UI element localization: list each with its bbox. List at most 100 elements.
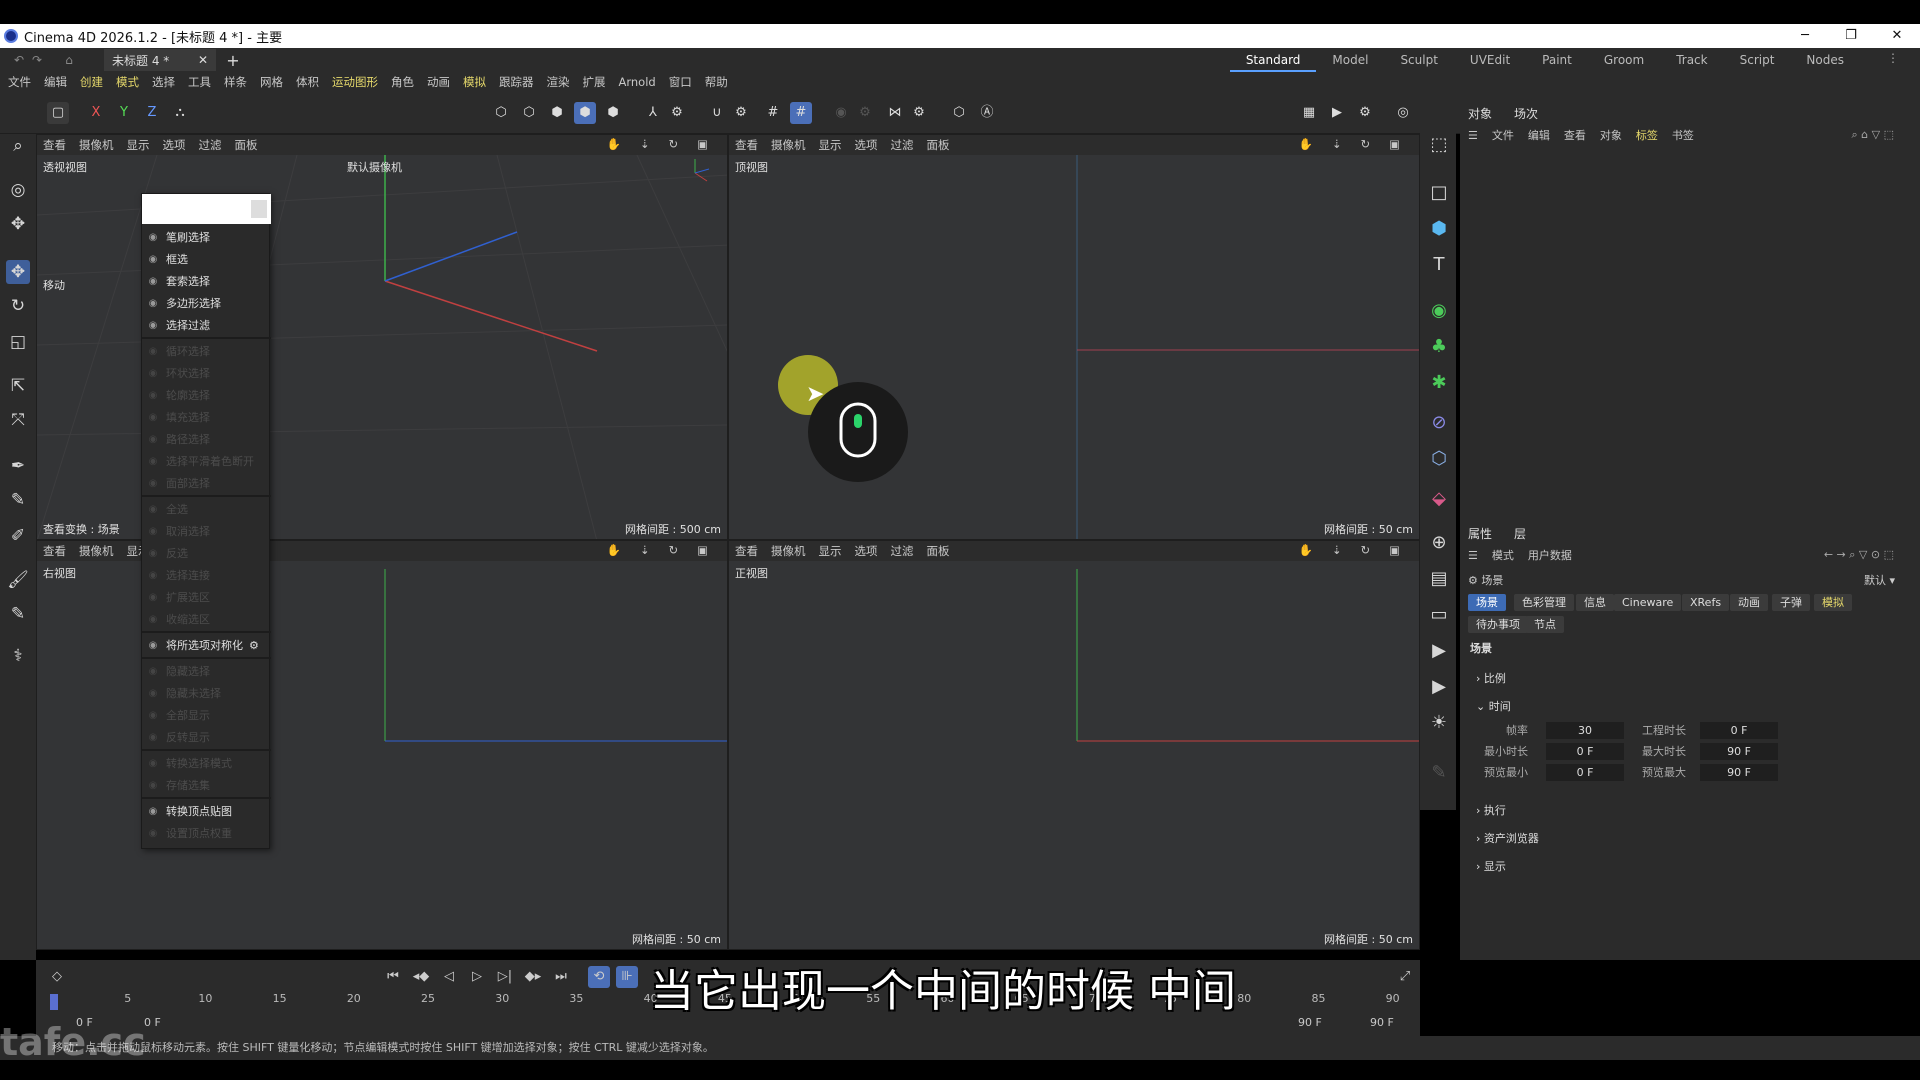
uv-mode-icon[interactable]: ⬢ xyxy=(602,102,624,124)
rotate-tool-icon[interactable]: ↻ xyxy=(6,294,30,318)
menu-mesh[interactable]: 网格 xyxy=(260,74,283,90)
om-menu-file[interactable]: 文件 xyxy=(1492,127,1514,143)
polygons-mode-icon[interactable]: ⬢ xyxy=(546,102,568,124)
am-menu-userdata[interactable]: 用户数据 xyxy=(1528,547,1572,563)
symmetry-settings-icon[interactable]: ⚙ xyxy=(908,102,930,124)
go-to-start-icon[interactable]: ⏮ xyxy=(382,966,404,988)
record-mode-icon[interactable]: ⊪ xyxy=(616,966,638,988)
viewport-right[interactable]: 查看 摄像机 显示 ✋ ⇣ ↻ ▣ 右视图 网格间距 : 50 cm xyxy=(36,540,728,950)
render-view-icon[interactable]: ▶ xyxy=(1326,102,1348,124)
hamburger-icon[interactable]: ☰ xyxy=(1468,549,1478,562)
om-search-icon[interactable]: ⌕ ⌂ ▽ ⬚ xyxy=(1852,128,1895,142)
maximize-icon[interactable]: ▣ xyxy=(697,137,708,151)
playhead[interactable] xyxy=(50,994,58,1010)
vp-menu-panel[interactable]: 面板 xyxy=(927,543,950,559)
om-menu-bookmarks[interactable]: 书签 xyxy=(1672,127,1694,143)
attribute-tab-chip[interactable]: XRefs xyxy=(1682,594,1730,611)
arnold-icon[interactable]: Ⓐ xyxy=(976,102,998,124)
layout-sculpt[interactable]: Sculpt xyxy=(1384,48,1453,72)
attribute-tab-chip[interactable]: 动画 xyxy=(1730,594,1768,611)
vp-menu-options[interactable]: 选项 xyxy=(163,137,186,153)
number-field[interactable]: 0 F xyxy=(1546,743,1624,760)
attribute-tab-chip[interactable]: 信息 xyxy=(1576,594,1614,611)
menu-animate[interactable]: 动画 xyxy=(427,74,450,90)
dolly-icon[interactable]: ⇣ xyxy=(1332,543,1342,557)
context-menu-item[interactable]: ◉ 转换顶点贴图 xyxy=(142,800,271,822)
menu-search-field[interactable] xyxy=(142,194,271,224)
om-menu-view[interactable]: 查看 xyxy=(1564,127,1586,143)
vp-menu-options[interactable]: 选项 xyxy=(855,543,878,559)
vp-menu-display[interactable]: 显示 xyxy=(819,543,842,559)
context-menu-item[interactable]: ◉ 多边形选择 xyxy=(142,292,271,314)
hair-tool-icon[interactable]: ⚕ xyxy=(6,644,30,668)
render-object-icon[interactable]: ▭ xyxy=(1426,602,1452,628)
menu-search-button[interactable] xyxy=(251,200,267,218)
axis-settings-icon[interactable]: ⚙ xyxy=(666,102,688,124)
om-menu-object[interactable]: 对象 xyxy=(1600,127,1622,143)
menu-create[interactable]: 创建 xyxy=(80,74,103,90)
number-field[interactable]: 0 F xyxy=(1700,722,1778,739)
layout-script[interactable]: Script xyxy=(1724,48,1791,72)
axis-z-button[interactable]: Z xyxy=(141,102,163,124)
om-menu-edit[interactable]: 编辑 xyxy=(1528,127,1550,143)
vp-menu-camera[interactable]: 摄像机 xyxy=(771,543,806,559)
context-menu-item[interactable]: ◉ 将所选项对称化 ⚙ xyxy=(142,634,271,656)
vp-menu-panel[interactable]: 面板 xyxy=(927,137,950,153)
attribute-tab-chip[interactable]: 节点 xyxy=(1526,616,1564,633)
axis-x-button[interactable]: X xyxy=(85,102,107,124)
object-manager-icon[interactable]: ⬚ xyxy=(1426,132,1452,158)
scale-tool-icon[interactable]: ◱ xyxy=(6,330,30,354)
maximize-icon[interactable]: ▣ xyxy=(697,543,708,557)
layout-standard[interactable]: Standard xyxy=(1229,48,1317,72)
layout-track[interactable]: Track xyxy=(1660,48,1723,72)
prev-key-icon[interactable]: ◂◆ xyxy=(410,966,432,988)
axis-y-button[interactable]: Y xyxy=(113,102,135,124)
vp-menu-camera[interactable]: 摄像机 xyxy=(771,137,806,153)
menu-select[interactable]: 选择 xyxy=(152,74,175,90)
number-field[interactable]: 90 F xyxy=(1700,743,1778,760)
snap-settings-icon[interactable]: ⚙ xyxy=(730,102,752,124)
menu-extensions[interactable]: 扩展 xyxy=(583,74,606,90)
magnet-icon[interactable]: ∪ xyxy=(706,102,728,124)
menu-file[interactable]: 文件 xyxy=(8,74,31,90)
attribute-tab-chip[interactable]: 色彩管理 xyxy=(1514,594,1574,611)
gear-icon[interactable]: ⚙ xyxy=(249,639,259,652)
dolly-icon[interactable]: ⇣ xyxy=(640,543,650,557)
field-icon[interactable]: ⬡ xyxy=(1426,446,1452,472)
viewport-perspective[interactable]: 查看 摄像机 显示 选项 过滤 面板 ✋ ⇣ ↻ ▣ 透视视图 默认摄像机 移动 查看… xyxy=(36,134,728,540)
context-menu-item[interactable]: ◉ 框选 xyxy=(142,248,271,270)
paint-brush-icon[interactable]: 🖌 xyxy=(6,568,30,592)
edges-mode-icon[interactable]: ⬡ xyxy=(518,102,540,124)
pan-icon[interactable]: ✋ xyxy=(607,137,621,151)
search-icon[interactable]: ⌕ xyxy=(6,134,30,158)
dolly-icon[interactable]: ⇣ xyxy=(640,137,650,151)
orbit-icon[interactable]: ↻ xyxy=(668,543,678,557)
menu-arnold[interactable]: Arnold xyxy=(619,75,656,89)
attribute-tab-chip[interactable]: Cineware xyxy=(1614,594,1682,611)
group-execution[interactable]: › 执行 xyxy=(1476,802,1506,818)
vp-menu-view[interactable]: 查看 xyxy=(43,137,66,153)
tab-attributes[interactable]: 属性 xyxy=(1468,525,1492,542)
document-tab[interactable]: 未标题 4 * ✕ xyxy=(104,49,216,71)
vp-menu-filter[interactable]: 过滤 xyxy=(891,137,914,153)
viewport-camera[interactable]: 默认摄像机 xyxy=(347,159,402,175)
next-frame-icon[interactable]: ▷| xyxy=(494,966,516,988)
points-mode-icon[interactable]: ⬡ xyxy=(490,102,512,124)
model-mode-icon[interactable]: ⬢ xyxy=(574,102,596,124)
generator-icon[interactable]: ◉ xyxy=(1426,298,1452,324)
maximize-icon[interactable]: ▣ xyxy=(1389,137,1400,151)
layout-nodes[interactable]: Nodes xyxy=(1790,48,1860,72)
menu-tools[interactable]: 工具 xyxy=(188,74,211,90)
text-object-icon[interactable]: T xyxy=(1426,252,1452,278)
tab-objects[interactable]: 对象 xyxy=(1468,105,1492,122)
tab-layers[interactable]: 层 xyxy=(1514,525,1526,542)
timeline-end-preview[interactable]: 90 F xyxy=(1370,1016,1394,1029)
restore-button[interactable]: ❐ xyxy=(1828,24,1874,48)
home-icon[interactable]: ⌂ xyxy=(60,53,78,67)
clapper-icon[interactable]: ▦ xyxy=(1298,102,1320,124)
coordinate-tool-icon[interactable]: ⤧ xyxy=(6,408,30,432)
context-menu-item[interactable]: ◉ 套索选择 xyxy=(142,270,271,292)
vp-menu-options[interactable]: 选项 xyxy=(855,137,878,153)
coordinate-system-icon[interactable]: ⛬ xyxy=(169,102,191,124)
cube-primitive-icon[interactable]: □ xyxy=(1426,180,1452,206)
